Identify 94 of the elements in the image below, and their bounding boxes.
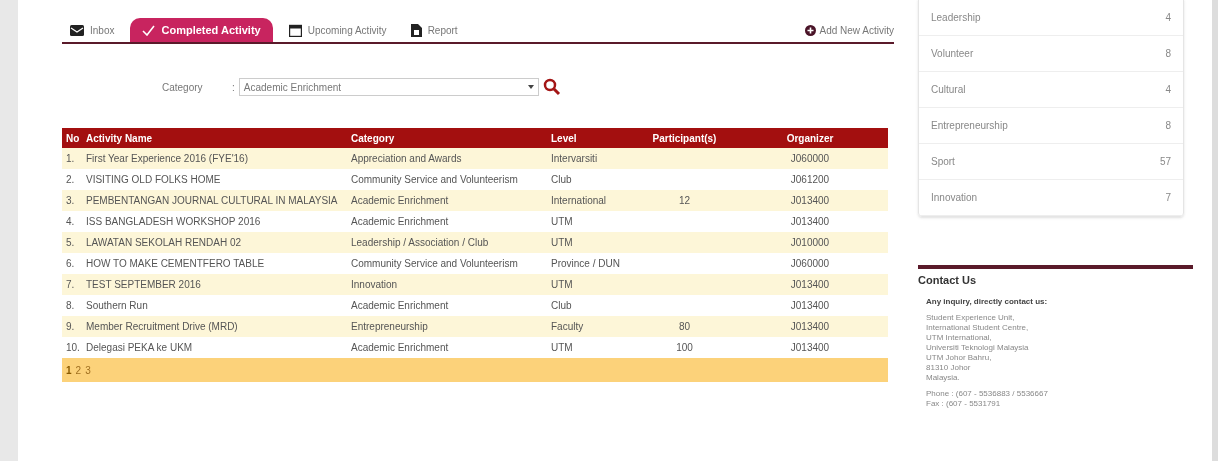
table-cell: Academic Enrichment: [351, 300, 449, 311]
table-cell: First Year Experience 2016 (FYE'16): [86, 153, 248, 164]
category-list-item[interactable]: Entrepreneurship 8: [919, 108, 1183, 144]
category-list-item[interactable]: Volunteer 8: [919, 36, 1183, 72]
table-cell: Appreciation and Awards: [351, 153, 462, 164]
address-line: Malaysia.: [926, 372, 961, 383]
category-list-item[interactable]: Leadership 4: [919, 0, 1183, 36]
add-activity-button[interactable]: Add New Activity: [804, 18, 894, 42]
table-cell: J013400: [790, 300, 830, 311]
table-cell: 3.: [66, 195, 75, 206]
table-cell: J060000: [790, 258, 830, 269]
table-cell: 100: [676, 342, 693, 353]
contact-intro: Any inquiry, directly contact us:: [926, 296, 1049, 307]
page-link[interactable]: 3: [85, 362, 91, 378]
phone-line: Phone : (607 - 5536883 / 5536667: [926, 388, 1049, 399]
table-cell: 9.: [66, 321, 75, 332]
calendar-icon: [288, 23, 302, 37]
table-cell: Community Service and Volunteerism: [351, 174, 518, 185]
table-cell: International: [551, 195, 607, 206]
table-cell: Academic Enrichment: [351, 342, 449, 353]
table-cell: UTM: [551, 237, 573, 248]
table-cell: UTM: [551, 216, 573, 227]
address-line: UTM International,: [926, 332, 993, 343]
table-cell: VISITING OLD FOLKS HOME: [86, 174, 221, 185]
table-cell: Entrepreneurship: [351, 321, 428, 332]
table-cell: 12: [678, 195, 691, 206]
table-cell: 10.: [66, 342, 80, 353]
tab[interactable]: Report: [402, 18, 466, 42]
address-line: International Student Centre,: [926, 322, 1030, 333]
category-list-item[interactable]: Innovation 7: [919, 180, 1183, 216]
category-list-item[interactable]: Cultural 4: [919, 72, 1183, 108]
table-cell: Province / DUN: [551, 258, 620, 269]
table-cell: 8.: [66, 300, 75, 311]
separator: :: [232, 80, 235, 95]
table-cell: Community Service and Volunteerism: [351, 258, 518, 269]
search-icon[interactable]: [542, 78, 561, 96]
table-cell: 4.: [66, 216, 75, 227]
table-cell: J060000: [790, 153, 830, 164]
table-cell: J013400: [790, 342, 830, 353]
table-cell: 1.: [66, 153, 75, 164]
document-icon: [410, 23, 422, 37]
table-cell: UTM: [551, 342, 573, 353]
table-cell: Academic Enrichment: [351, 195, 449, 206]
tab[interactable]: Upcoming Activity: [280, 18, 395, 42]
table-cell: Innovation: [351, 279, 398, 290]
filter-label: Category: [162, 80, 204, 95]
phone-line: Fax : (607 - 5531791: [926, 398, 1002, 409]
check-icon: [142, 24, 156, 36]
table-cell: 80: [678, 321, 691, 332]
table-cell: LAWATAN SEKOLAH RENDAH 02: [86, 237, 242, 248]
page-link[interactable]: 2: [75, 362, 82, 378]
column-header: Organizer: [732, 128, 888, 148]
table-cell: PEMBENTANGAN JOURNAL CULTURAL IN MALAYSIA: [86, 195, 338, 206]
table-cell: 7.: [66, 279, 75, 290]
table-cell: Intervarsiti: [551, 153, 598, 164]
table-cell: J013400: [790, 279, 830, 290]
table-cell: J010000: [790, 237, 830, 248]
table-cell: 2.: [66, 174, 75, 185]
address-line: Student Experience Unit,: [926, 312, 1016, 323]
column-header: Participant(s): [637, 128, 732, 148]
column-header: Category: [347, 128, 547, 148]
table-cell: Club: [551, 174, 572, 185]
table-cell: J013400: [790, 321, 830, 332]
table-cell: ISS BANGLADESH WORKSHOP 2016: [86, 216, 261, 227]
inbox-icon: [70, 24, 84, 36]
plus-circle-icon: [804, 24, 816, 36]
column-header: Level: [547, 128, 637, 148]
table-cell: J061200: [790, 174, 830, 185]
table-cell: Member Recruitment Drive (MRD): [86, 321, 238, 332]
column-header: Activity Name: [82, 128, 347, 148]
tab[interactable]: Inbox: [62, 18, 123, 42]
table-cell: Faculty: [551, 321, 584, 332]
table-cell: Delegasi PEKA ke UKM: [86, 342, 193, 353]
table-cell: J013400: [790, 216, 830, 227]
table-cell: J013400: [790, 195, 830, 206]
address-line: UTM Johor Bahru,: [926, 352, 993, 363]
table-cell: Leadership / Association / Club: [351, 237, 489, 248]
table-cell: Club: [551, 300, 572, 311]
tab[interactable]: Completed Activity: [130, 18, 273, 42]
table-cell: Southern Run: [86, 300, 148, 311]
table-cell: HOW TO MAKE CEMENTFERO TABLE: [86, 258, 265, 269]
table-cell: 6.: [66, 258, 75, 269]
page-link[interactable]: 1: [66, 362, 72, 378]
category-list-item[interactable]: Sport 57: [919, 144, 1183, 180]
table-cell: Academic Enrichment: [351, 216, 449, 227]
dropdown-caret-icon: [527, 85, 534, 89]
table-cell: TEST SEPTEMBER 2016: [86, 279, 201, 290]
address-line: 81310 Johor: [926, 362, 972, 373]
category-select[interactable]: Academic Enrichment: [238, 78, 539, 96]
section-title: Contact Us: [918, 273, 978, 288]
address-line: Universiti Teknologi Malaysia: [926, 342, 1030, 353]
column-header: No: [62, 128, 82, 148]
table-cell: UTM: [551, 279, 573, 290]
table-cell: 5.: [66, 237, 75, 248]
